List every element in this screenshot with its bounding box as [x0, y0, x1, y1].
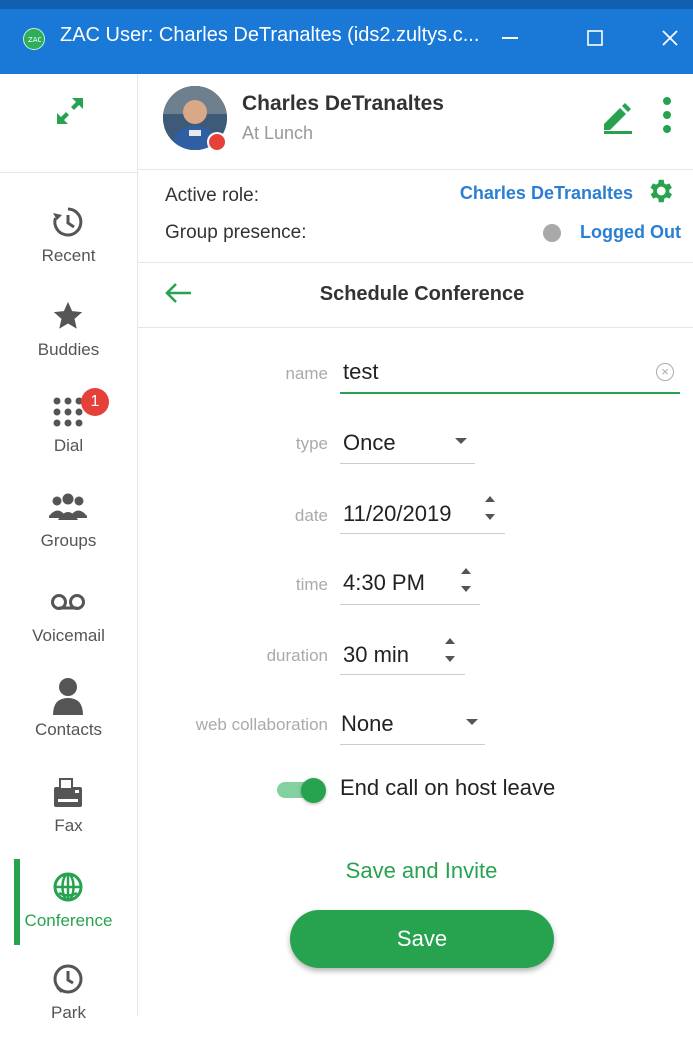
- time-label: time: [295, 575, 328, 594]
- window-title: ZAC User: Charles DeTranaltes (ids2.zult…: [60, 24, 480, 46]
- nav-item-fax[interactable]: Fax: [0, 772, 137, 862]
- groups-icon: [48, 487, 88, 527]
- title-bar-top-strip: [0, 0, 693, 9]
- minimize-button[interactable]: [480, 14, 540, 62]
- toggle-knob: [301, 778, 326, 803]
- svg-text:ZAC: ZAC: [28, 36, 41, 44]
- clear-icon[interactable]: ×: [656, 363, 674, 381]
- minimize-icon: [502, 37, 518, 39]
- group-presence-value[interactable]: Logged Out: [580, 222, 681, 243]
- notification-badge: 1: [81, 388, 109, 416]
- time-stepper[interactable]: [460, 566, 474, 596]
- save-and-invite-link[interactable]: Save and Invite: [0, 858, 693, 884]
- nav-label: Buddies: [37, 340, 100, 359]
- nav-label: Voicemail: [32, 626, 105, 645]
- nav-item-dial[interactable]: 1 Dial: [0, 388, 137, 482]
- star-icon: [48, 296, 88, 336]
- nav-label: Dial: [53, 436, 84, 455]
- presence-status-dot: [543, 224, 561, 242]
- nav-label: Recent: [41, 246, 96, 265]
- date-input[interactable]: 11/20/2019: [343, 501, 451, 527]
- save-button[interactable]: Save: [290, 910, 554, 968]
- nav-item-park[interactable]: Park: [0, 959, 137, 1049]
- page-header: Schedule Conference: [137, 262, 693, 328]
- presence-indicator: [207, 132, 227, 152]
- more-menu-icon[interactable]: [662, 96, 672, 141]
- duration-input[interactable]: 30 min: [343, 642, 409, 668]
- chevron-down-icon[interactable]: [455, 438, 467, 444]
- fax-icon: [48, 772, 88, 812]
- name-input-underline: [340, 392, 680, 394]
- date-label: date: [294, 506, 328, 525]
- time-input[interactable]: 4:30 PM: [343, 570, 425, 596]
- duration-underline: [340, 674, 465, 675]
- group-presence-label: Group presence:: [165, 222, 307, 243]
- maximize-icon: [587, 30, 603, 46]
- close-button[interactable]: [640, 14, 693, 62]
- nav-label: Fax: [54, 816, 83, 835]
- expand-icon: [57, 98, 83, 124]
- close-icon: [662, 30, 678, 46]
- nav-item-buddies[interactable]: Buddies: [0, 296, 137, 386]
- nav-label: Park: [51, 1003, 86, 1022]
- end-call-toggle[interactable]: [277, 778, 327, 803]
- date-stepper[interactable]: [484, 494, 498, 524]
- end-call-label: End call on host leave: [340, 775, 556, 800]
- nav-separator: [0, 172, 137, 173]
- type-select[interactable]: Once: [343, 430, 396, 456]
- name-input[interactable]: test: [343, 359, 378, 385]
- nav-label: Contacts: [34, 720, 103, 739]
- chevron-down-icon[interactable]: [466, 719, 478, 725]
- active-role-label: Active role:: [165, 185, 259, 206]
- nav-item-voicemail[interactable]: Voicemail: [0, 582, 137, 672]
- title-bar: ZAC ZAC User: Charles DeTranaltes (ids2.…: [0, 0, 693, 74]
- profile-name: Charles DeTranaltes: [242, 92, 444, 115]
- duration-stepper[interactable]: [444, 636, 458, 666]
- expand-button[interactable]: [55, 96, 85, 131]
- nav-item-groups[interactable]: Groups: [0, 487, 137, 577]
- voicemail-icon: [48, 582, 88, 622]
- park-icon: [48, 959, 88, 999]
- name-label: name: [285, 364, 328, 383]
- time-underline: [340, 604, 480, 605]
- person-icon: [48, 676, 88, 716]
- history-icon: [48, 202, 88, 242]
- gear-icon[interactable]: [645, 176, 675, 211]
- type-underline: [340, 463, 475, 464]
- nav-item-recent[interactable]: Recent: [0, 202, 137, 292]
- profile-header: Charles DeTranaltes At Lunch: [137, 74, 693, 170]
- active-role-value[interactable]: Charles DeTranaltes: [460, 183, 633, 204]
- edit-icon[interactable]: [600, 102, 634, 139]
- web-collaboration-select[interactable]: None: [341, 711, 394, 737]
- profile-status[interactable]: At Lunch: [242, 123, 313, 144]
- date-underline: [340, 533, 505, 534]
- web-collaboration-label: web collaboration: [195, 715, 328, 734]
- web-collaboration-underline: [340, 744, 485, 745]
- role-section: Active role: Group presence: Charles DeT…: [137, 170, 693, 258]
- nav-label: Conference: [24, 911, 113, 930]
- nav-label: Groups: [40, 531, 97, 550]
- type-label: type: [295, 434, 328, 453]
- page-title: Schedule Conference: [319, 283, 525, 305]
- nav-item-contacts[interactable]: Contacts: [0, 676, 137, 766]
- maximize-button[interactable]: [565, 14, 625, 62]
- app-logo-icon: ZAC: [23, 28, 45, 50]
- duration-label: duration: [266, 646, 328, 665]
